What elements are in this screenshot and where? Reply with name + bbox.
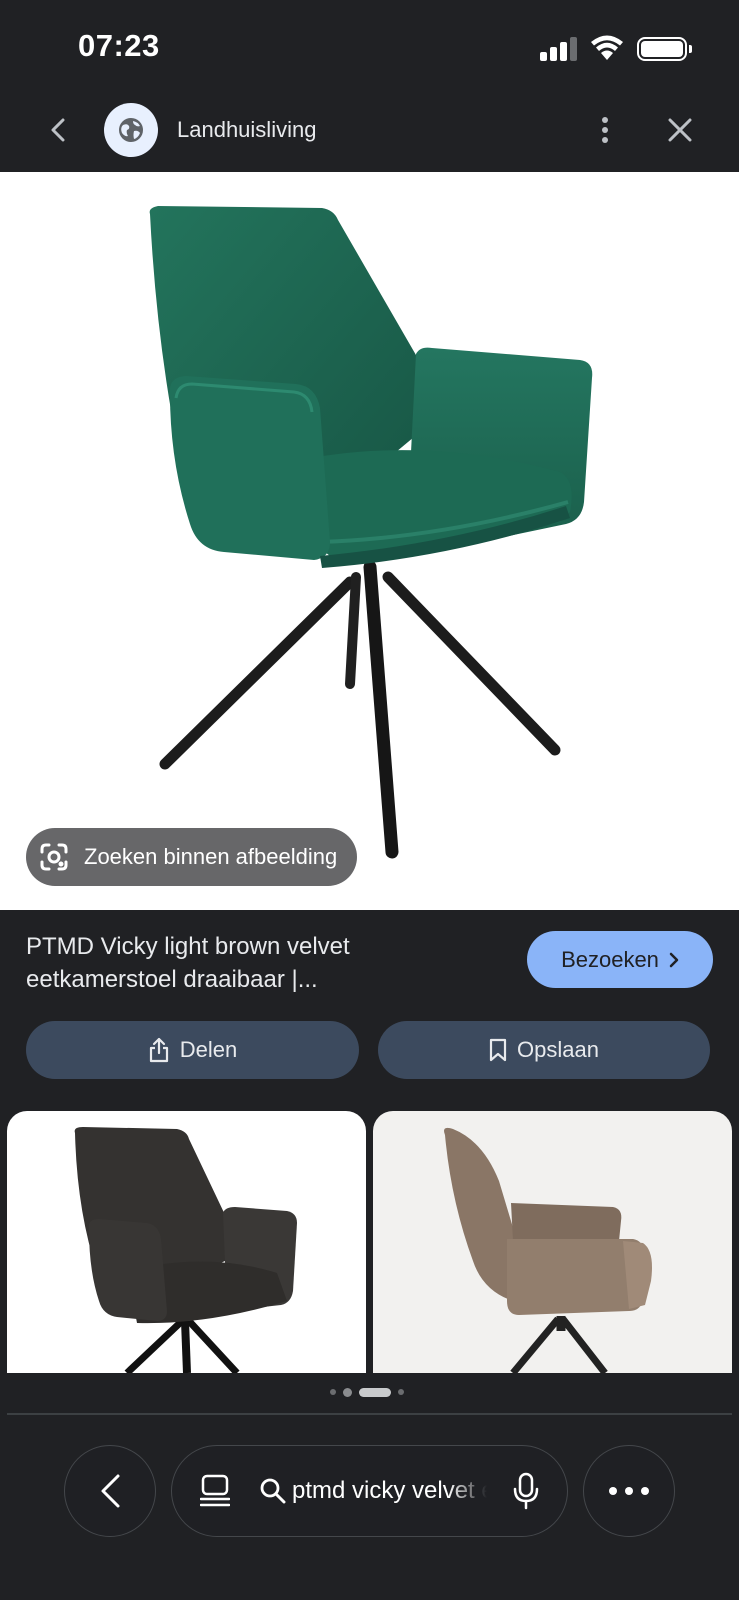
search-bar[interactable]: ptmd vicky velvet eetkamerstoel <box>171 1445 568 1537</box>
battery-icon <box>637 37 692 61</box>
save-button[interactable]: Opslaan <box>378 1021 710 1079</box>
search-query[interactable]: ptmd vicky velvet eetkamerstoel <box>292 1477 487 1505</box>
visit-button[interactable]: Bezoeken <box>527 931 713 988</box>
site-header: Landhuisliving <box>0 90 739 172</box>
status-bar: 07:23 <box>0 0 739 90</box>
back-icon <box>101 1474 120 1508</box>
globe-icon <box>119 118 143 142</box>
back-icon <box>51 118 65 142</box>
cellular-signal-icon <box>540 35 578 61</box>
related-image-card[interactable] <box>7 1111 366 1373</box>
more-horiz-icon[interactable] <box>583 1445 675 1537</box>
related-image-card[interactable] <box>373 1111 732 1373</box>
status-time: 07:23 <box>78 28 160 63</box>
divider <box>7 1413 732 1415</box>
carousel-indicator <box>330 1387 404 1397</box>
site-favicon[interactable] <box>104 103 158 157</box>
chevron-right-icon <box>669 952 679 967</box>
share-label: Delen <box>179 1037 238 1062</box>
lens-search-chip[interactable]: Zoeken binnen afbeelding <box>26 828 358 886</box>
close-icon <box>668 118 692 142</box>
site-name[interactable]: Landhuisliving <box>177 117 316 143</box>
share-icon <box>149 1037 168 1063</box>
lens-search-label: Zoeken binnen afbeelding <box>84 844 338 869</box>
wifi-icon <box>591 35 623 60</box>
more-options-button[interactable] <box>585 110 625 150</box>
visit-label: Bezoeken <box>561 946 659 972</box>
back-button[interactable] <box>38 110 78 150</box>
save-label: Opslaan <box>517 1037 599 1062</box>
browser-back-button[interactable] <box>64 1445 156 1537</box>
result-title[interactable]: PTMD Vicky light brown velvet eetkamerst… <box>26 930 506 996</box>
tabs-icon <box>200 1474 230 1507</box>
brown-chair-image <box>444 1127 652 1373</box>
mic-icon[interactable] <box>512 1472 540 1510</box>
product-image[interactable]: Zoeken binnen afbeelding <box>0 172 739 910</box>
close-button[interactable] <box>660 110 700 150</box>
lens-icon <box>40 843 68 871</box>
green-chair-image <box>149 206 593 859</box>
share-button[interactable]: Delen <box>26 1021 359 1079</box>
more-vert-icon <box>602 117 608 143</box>
search-icon <box>260 1478 286 1504</box>
bookmark-icon <box>489 1038 507 1062</box>
dark-chair-image <box>74 1127 297 1373</box>
